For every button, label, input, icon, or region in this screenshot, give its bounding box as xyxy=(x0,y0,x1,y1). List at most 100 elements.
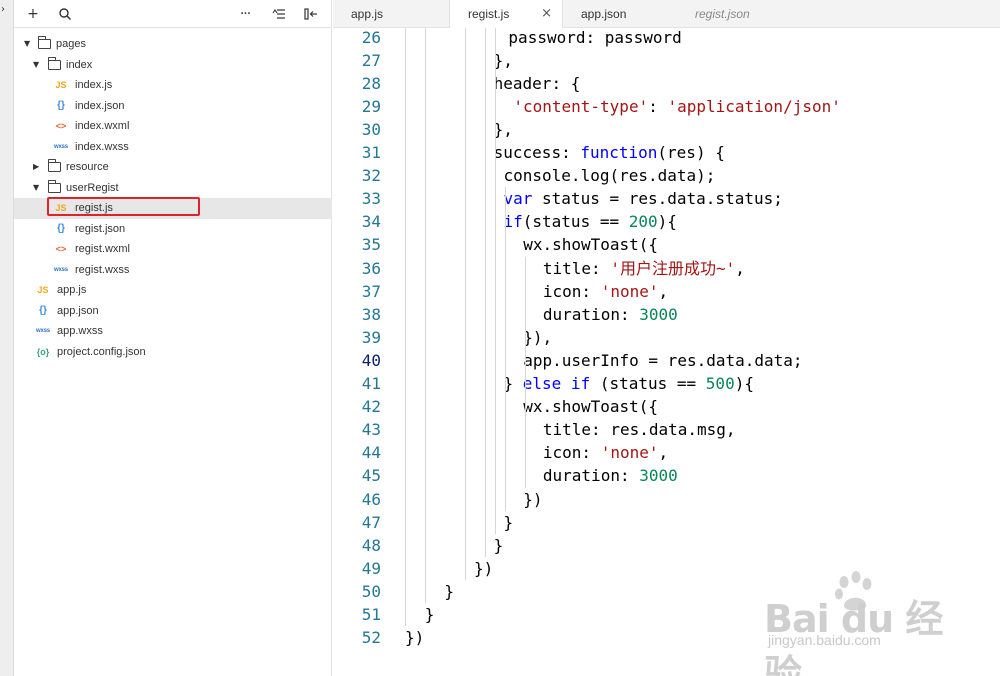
code-token: header: { xyxy=(493,73,581,93)
code-editor[interactable]: 26 password: password 27}, 28 header: {29 'co… xyxy=(333,28,1000,676)
tree-item-project-config[interactable]: {o} project.config.json xyxy=(14,342,332,363)
code-token: 'none' xyxy=(600,443,659,463)
code-token: if xyxy=(503,212,523,232)
chevron-down-icon[interactable]: ▼ xyxy=(33,55,43,76)
code-token: 'content-type' xyxy=(513,96,649,116)
collapse-icon[interactable] xyxy=(300,3,322,25)
tree-item-regist-js[interactable]: JS regist.js xyxy=(14,198,332,219)
json-file-icon: {} xyxy=(57,222,65,234)
line-number: 51 xyxy=(361,605,381,624)
code-token: status = res.data.status; xyxy=(532,189,783,209)
wxml-file-icon: <> xyxy=(55,244,67,254)
line-number: 37 xyxy=(361,281,381,301)
add-file-icon[interactable]: + xyxy=(22,3,44,25)
code-token: 200 xyxy=(628,212,658,232)
chevron-down-icon[interactable]: ▼ xyxy=(24,34,34,55)
tab-regist-js[interactable]: regist.js × xyxy=(449,0,563,29)
tree-item-index-wxss[interactable]: wxss index.wxss xyxy=(14,137,332,158)
code-token: wx.showToast({ xyxy=(523,235,659,255)
tree-item-regist-wxss[interactable]: wxss regist.wxss xyxy=(14,260,332,281)
line-number: 28 xyxy=(361,73,381,93)
code-line: wx.showToast({ xyxy=(523,395,658,418)
indent-guide xyxy=(485,28,486,557)
tree-item-app-json[interactable]: {} app.json xyxy=(14,301,332,322)
tree-item-label: project.config.json xyxy=(57,345,146,358)
tab-label: app.js xyxy=(351,7,384,21)
code-token: 500 xyxy=(705,374,735,393)
file-explorer: + ··· ▼ pages ▼ index JS index.js {} index.json… xyxy=(14,0,332,676)
indent-guide xyxy=(405,28,406,627)
close-icon[interactable]: × xyxy=(541,0,552,28)
line-number: 42 xyxy=(361,397,381,417)
tree-item-index-json[interactable]: {} index.json xyxy=(14,96,332,117)
line-number: 38 xyxy=(361,304,381,324)
tree-item-label: userRegist xyxy=(66,181,119,194)
activity-strip: › xyxy=(0,0,14,676)
code-token: title: res.data.msg, xyxy=(542,420,736,440)
code-token: }, xyxy=(493,119,513,139)
indent-guide xyxy=(465,28,466,580)
code-token: title: xyxy=(542,258,611,278)
line-number: 33 xyxy=(361,189,381,209)
chevron-down-icon[interactable]: ▼ xyxy=(33,178,43,199)
code-token: var xyxy=(503,189,533,209)
tree-item-app-wxss[interactable]: wxss app.wxss xyxy=(14,321,332,342)
explorer-toolbar: + ··· xyxy=(14,0,331,28)
code-token: else if xyxy=(522,374,591,393)
code-line: wx.showToast({ xyxy=(523,233,658,256)
tree-item-app-js[interactable]: JS app.js xyxy=(14,280,332,301)
code-token: duration: xyxy=(542,304,640,324)
indent-guide xyxy=(495,28,496,534)
search-icon[interactable] xyxy=(54,3,76,25)
tab-regist-json[interactable]: regist.json xyxy=(677,0,797,28)
code-line: duration: 3000 xyxy=(543,303,678,326)
line-number: 46 xyxy=(361,489,381,509)
js-file-icon: JS xyxy=(55,203,67,213)
code-line: }, xyxy=(494,49,513,72)
code-line: } xyxy=(504,511,514,534)
line-number: 32 xyxy=(361,166,381,186)
tab-label: regist.js xyxy=(468,7,510,21)
tree-item-label: app.wxss xyxy=(57,325,103,337)
indent-guide xyxy=(425,28,426,603)
code-token: , xyxy=(735,258,745,278)
line-number: 40 xyxy=(361,350,381,370)
tree-item-index-wxml[interactable]: <> index.wxml xyxy=(14,116,332,137)
json-file-icon: {} xyxy=(39,304,47,316)
line-number: 41 xyxy=(361,374,381,393)
tree-item-regist-json[interactable]: {} regist.json xyxy=(14,219,332,240)
folder-open-icon xyxy=(36,34,52,55)
tree-item-resource[interactable]: ▶ resource xyxy=(14,157,332,178)
tab-app-js[interactable]: app.js xyxy=(333,0,449,28)
code-line: }), xyxy=(523,326,552,349)
tree-item-regist-wxml[interactable]: <> regist.wxml xyxy=(14,239,332,260)
line-number: 29 xyxy=(361,96,381,116)
code-token: (status == xyxy=(590,374,706,393)
code-line: } else if (status == 500){ xyxy=(504,372,754,395)
code-line: } xyxy=(494,534,504,557)
js-file-icon: JS xyxy=(55,80,67,90)
code-line: title: '用户注册成功~', xyxy=(543,257,745,280)
code-line: duration: 3000 xyxy=(543,464,678,487)
code-line: }) xyxy=(523,488,542,511)
more-icon[interactable]: ··· xyxy=(234,3,256,25)
json-file-icon: {} xyxy=(57,99,65,111)
code-token: }), xyxy=(523,327,553,347)
tree-item-userRegist[interactable]: ▼ userRegist xyxy=(14,178,332,199)
tree-item-pages[interactable]: ▼ pages xyxy=(14,34,332,55)
code-token: icon: xyxy=(542,281,601,301)
code-token: }) xyxy=(523,489,543,509)
tree-item-index[interactable]: ▼ index xyxy=(14,55,332,76)
tree-item-index-js[interactable]: JS index.js xyxy=(14,75,332,96)
folder-open-icon xyxy=(46,55,62,76)
tab-app-json[interactable]: app.json xyxy=(563,0,677,28)
tab-label: regist.json xyxy=(695,7,750,21)
wxss-file-icon: wxss xyxy=(36,328,50,334)
code-token: function xyxy=(580,143,658,162)
code-token: } xyxy=(503,374,523,393)
chevron-right-icon[interactable]: › xyxy=(1,4,5,15)
code-line: } xyxy=(425,603,435,626)
chevron-right-icon[interactable]: ▶ xyxy=(33,157,43,178)
code-line: var status = res.data.status; xyxy=(504,187,783,210)
sort-icon[interactable] xyxy=(268,3,290,25)
